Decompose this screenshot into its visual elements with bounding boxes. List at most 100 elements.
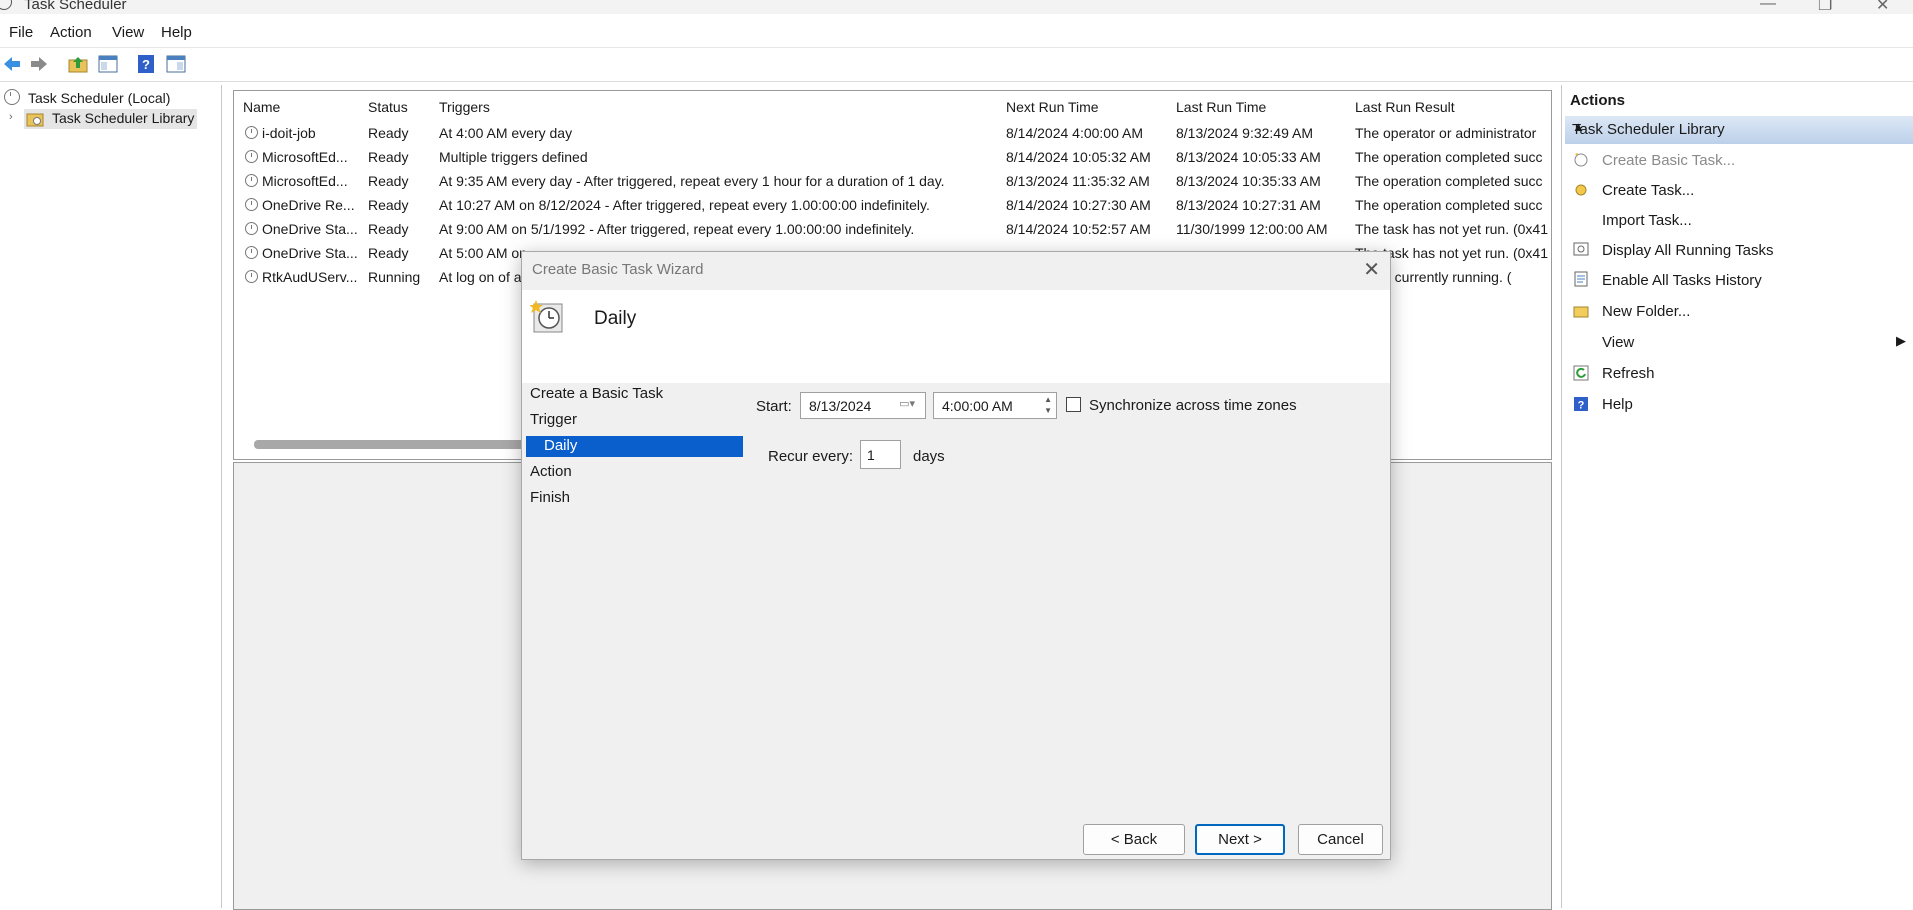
tree-expand-chevron-icon[interactable]: › bbox=[9, 111, 13, 123]
task-clock-icon bbox=[245, 222, 258, 235]
show-hide-console-tree-icon[interactable] bbox=[97, 53, 119, 75]
task-row-name-cell[interactable]: OneDrive Sta... bbox=[262, 221, 362, 237]
minimize-icon[interactable]: — bbox=[1760, 0, 1776, 13]
task-row-result-cell[interactable]: The operation completed succ bbox=[1355, 173, 1550, 189]
action-create-task[interactable]: Create Task... bbox=[1602, 182, 1694, 199]
synchronize-time-zones-label: Synchronize across time zones bbox=[1089, 397, 1297, 414]
task-row-status-cell[interactable]: Ready bbox=[368, 197, 433, 213]
wizard-step-trigger[interactable]: Trigger bbox=[530, 411, 577, 428]
column-header-status[interactable]: Status bbox=[368, 99, 408, 115]
collapse-triangle-icon[interactable]: ▲ bbox=[1572, 119, 1908, 134]
task-row-status-cell[interactable]: Ready bbox=[368, 149, 433, 165]
task-row-triggers-cell[interactable]: At 9:35 AM every day - After triggered, … bbox=[439, 173, 999, 189]
task-row-name-cell[interactable]: OneDrive Re... bbox=[262, 197, 362, 213]
task-row-name-cell[interactable]: OneDrive Sta... bbox=[262, 245, 362, 261]
task-row-result-cell[interactable]: The operation completed succ bbox=[1355, 149, 1550, 165]
task-row-last-run-cell[interactable]: 8/13/2024 9:32:49 AM bbox=[1176, 125, 1351, 141]
action-view[interactable]: View bbox=[1602, 334, 1634, 351]
next-button[interactable]: Next > bbox=[1195, 824, 1285, 855]
back-button[interactable]: < Back bbox=[1083, 824, 1185, 855]
task-row-last-run-cell[interactable]: 8/13/2024 10:05:33 AM bbox=[1176, 149, 1351, 165]
menu-view[interactable]: View bbox=[112, 24, 144, 41]
tree-item-library-selection[interactable]: Task Scheduler Library bbox=[24, 109, 197, 129]
start-time-value: 4:00:00 AM bbox=[942, 398, 1013, 414]
wizard-step-create-basic-task[interactable]: Create a Basic Task bbox=[530, 385, 663, 402]
restore-icon[interactable]: ❐ bbox=[1818, 0, 1832, 14]
folder-up-icon[interactable] bbox=[67, 53, 89, 75]
task-row-status-cell[interactable]: Ready bbox=[368, 173, 433, 189]
dialog-close-icon[interactable]: ✕ bbox=[1363, 257, 1380, 282]
start-time-field[interactable]: 4:00:00 AM ▲ ▼ bbox=[933, 392, 1057, 419]
column-header-name[interactable]: Name bbox=[243, 99, 280, 115]
action-create-basic-task[interactable]: Create Basic Task... bbox=[1602, 152, 1735, 169]
task-row-result-cell[interactable]: The operator or administrator bbox=[1355, 125, 1550, 141]
forward-arrow-icon[interactable] bbox=[28, 53, 50, 75]
task-row-result-cell[interactable]: The task has not yet run. (0x41 bbox=[1355, 221, 1550, 237]
back-arrow-icon[interactable] bbox=[1, 53, 23, 75]
task-row-name-cell[interactable]: MicrosoftEd... bbox=[262, 173, 362, 189]
action-new-folder[interactable]: New Folder... bbox=[1602, 303, 1690, 320]
recur-unit-label: days bbox=[913, 448, 945, 465]
task-row-last-run-cell[interactable]: 8/13/2024 10:35:33 AM bbox=[1176, 173, 1351, 189]
window-title: Task Scheduler bbox=[24, 0, 127, 13]
action-pane-icon[interactable] bbox=[165, 53, 187, 75]
time-spinner-icon[interactable]: ▲ ▼ bbox=[1044, 394, 1052, 416]
task-clock-icon bbox=[245, 150, 258, 163]
task-row-status-cell[interactable]: Ready bbox=[368, 245, 433, 261]
task-row-next-run-cell[interactable]: 8/14/2024 10:05:32 AM bbox=[1006, 149, 1171, 165]
task-clock-icon bbox=[245, 126, 258, 139]
task-row-result-cell[interactable]: The operation completed succ bbox=[1355, 197, 1550, 213]
task-row-next-run-cell[interactable]: 8/14/2024 10:27:30 AM bbox=[1006, 197, 1171, 213]
task-row-next-run-cell[interactable]: 8/13/2024 11:35:32 AM bbox=[1006, 173, 1171, 189]
synchronize-time-zones-checkbox[interactable] bbox=[1066, 397, 1081, 412]
task-clock-icon bbox=[245, 174, 258, 187]
task-row-triggers-cell[interactable]: At 10:27 AM on 8/12/2024 - After trigger… bbox=[439, 197, 999, 213]
recur-every-input[interactable]: 1 bbox=[860, 440, 901, 469]
task-row-last-run-cell[interactable]: 11/30/1999 12:00:00 AM bbox=[1176, 221, 1351, 237]
task-row-name-cell[interactable]: RtkAudUServ... bbox=[262, 269, 362, 285]
task-row-status-cell[interactable]: Ready bbox=[368, 221, 433, 237]
task-row-last-run-cell[interactable]: 8/13/2024 10:27:31 AM bbox=[1176, 197, 1351, 213]
action-display-all-running-tasks[interactable]: Display All Running Tasks bbox=[1602, 242, 1773, 259]
menu-file[interactable]: File bbox=[9, 24, 33, 41]
wizard-step-daily-selected[interactable]: Daily bbox=[526, 436, 743, 457]
task-row-triggers-cell[interactable]: At 9:00 AM on 5/1/1992 - After triggered… bbox=[439, 221, 999, 237]
task-row-triggers-cell[interactable]: Multiple triggers defined bbox=[439, 149, 999, 165]
calendar-dropdown-icon[interactable]: ▭▾ bbox=[899, 397, 915, 410]
action-import-task[interactable]: Import Task... bbox=[1602, 212, 1692, 229]
wizard-step-finish[interactable]: Finish bbox=[530, 489, 570, 506]
actions-section-task-scheduler-library[interactable]: Task Scheduler Library ▲ bbox=[1565, 116, 1913, 144]
start-date-picker[interactable]: 8/13/2024 ▭▾ bbox=[800, 392, 926, 419]
task-row-next-run-cell[interactable]: 8/14/2024 4:00:00 AM bbox=[1006, 125, 1171, 141]
create-basic-task-wizard-dialog: Create Basic Task Wizard ✕ Daily Create … bbox=[521, 251, 1391, 860]
wizard-step-daily: Daily bbox=[544, 437, 578, 454]
action-enable-all-tasks-history[interactable]: Enable All Tasks History bbox=[1602, 272, 1762, 289]
task-row-status-cell[interactable]: Ready bbox=[368, 125, 433, 141]
action-refresh[interactable]: Refresh bbox=[1602, 365, 1655, 382]
task-row-name-cell[interactable]: MicrosoftEd... bbox=[262, 149, 362, 165]
help-icon[interactable]: ? bbox=[135, 53, 157, 75]
column-header-last-run-time[interactable]: Last Run Time bbox=[1176, 99, 1266, 115]
tree-item-task-scheduler-library: Task Scheduler Library bbox=[52, 110, 195, 126]
menu-help[interactable]: Help bbox=[161, 24, 192, 41]
task-row-next-run-cell[interactable]: 8/14/2024 10:52:57 AM bbox=[1006, 221, 1171, 237]
task-row-status-cell[interactable]: Running bbox=[368, 269, 433, 285]
close-window-icon[interactable]: ✕ bbox=[1876, 0, 1889, 14]
tree-item-task-scheduler-local[interactable]: Task Scheduler (Local) bbox=[28, 90, 170, 106]
cancel-button[interactable]: Cancel bbox=[1298, 824, 1383, 855]
dialog-header: Daily bbox=[522, 290, 1390, 383]
task-clock-icon bbox=[245, 198, 258, 211]
task-row-name-cell[interactable]: i-doit-job bbox=[262, 125, 362, 141]
task-row-triggers-cell[interactable]: At 4:00 AM every day bbox=[439, 125, 999, 141]
task-clock-icon bbox=[245, 270, 258, 283]
new-folder-icon bbox=[1573, 306, 1589, 318]
help-action-icon: ? bbox=[1574, 397, 1588, 412]
column-header-last-run-result[interactable]: Last Run Result bbox=[1355, 99, 1455, 115]
menu-action[interactable]: Action bbox=[50, 24, 92, 41]
wizard-step-action[interactable]: Action bbox=[530, 463, 572, 480]
column-header-triggers[interactable]: Triggers bbox=[439, 99, 490, 115]
wizard-clock-icon bbox=[530, 300, 563, 333]
actions-header: Actions bbox=[1570, 92, 1626, 109]
column-header-next-run-time[interactable]: Next Run Time bbox=[1006, 99, 1099, 115]
action-help[interactable]: Help bbox=[1602, 396, 1633, 413]
